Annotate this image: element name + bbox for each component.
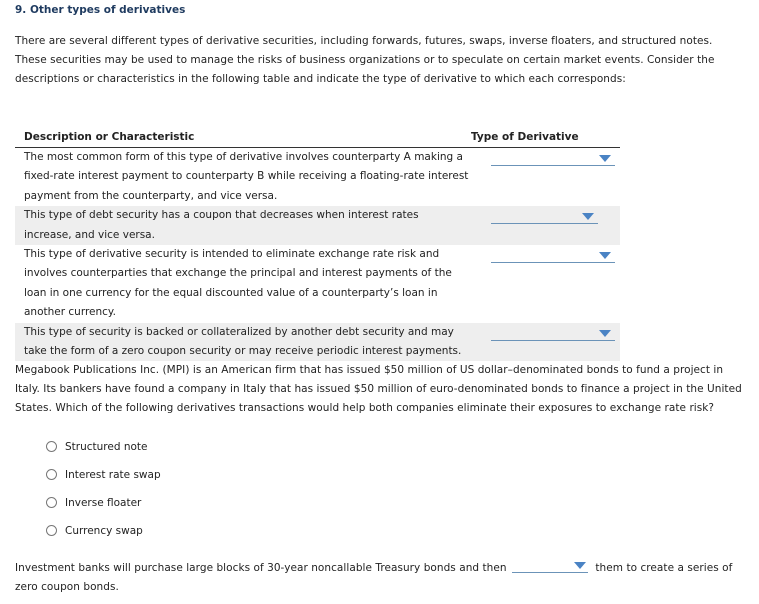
table-header-row: Description or Characteristic Type of De… [15, 129, 620, 148]
row-description: This type of security is backed or colla… [15, 322, 469, 362]
header-type: Type of Derivative [469, 129, 620, 148]
type-dropdown-4[interactable] [491, 325, 615, 341]
final-dropdown[interactable] [512, 559, 588, 573]
radio-unchecked-icon[interactable] [46, 496, 57, 508]
final-text-before: Investment banks will purchase large blo… [15, 562, 507, 574]
question-title: 9. Other types of derivatives [15, 4, 186, 16]
table-row: This type of security is backed or colla… [15, 322, 620, 362]
option-label: Structured note [65, 441, 148, 453]
table-row: The most common form of this type of der… [15, 148, 620, 207]
caret-down-icon [574, 562, 586, 569]
option-label: Interest rate swap [65, 469, 161, 481]
mpi-question-text: Megabook Publications Inc. (MPI) is an A… [15, 364, 742, 414]
derivatives-table: Description or Characteristic Type of De… [15, 129, 620, 362]
final-question: Investment banks will purchase large blo… [15, 559, 745, 597]
caret-down-icon [582, 213, 594, 221]
caret-down-icon [599, 252, 611, 260]
type-dropdown-2[interactable] [491, 208, 598, 225]
radio-unchecked-icon[interactable] [46, 440, 57, 452]
radio-unchecked-icon[interactable] [46, 468, 57, 480]
mpi-options-group: Structured note Interest rate swap Inver… [46, 433, 161, 545]
header-description: Description or Characteristic [15, 129, 469, 148]
option-label: Currency swap [65, 525, 143, 537]
table-row: This type of derivative security is inte… [15, 245, 620, 323]
intro-paragraph: There are several different types of der… [15, 35, 715, 85]
option-inverse-floater[interactable]: Inverse floater [46, 489, 161, 517]
type-dropdown-1[interactable] [491, 150, 615, 166]
table-row: This type of debt security has a coupon … [15, 206, 620, 246]
caret-down-icon [599, 329, 611, 337]
option-label: Inverse floater [65, 497, 142, 509]
option-currency-swap[interactable]: Currency swap [46, 517, 161, 545]
row-description: The most common form of this type of der… [24, 151, 469, 202]
row-description: This type of derivative security is inte… [24, 248, 452, 319]
option-interest-rate-swap[interactable]: Interest rate swap [46, 461, 161, 489]
radio-unchecked-icon[interactable] [46, 524, 57, 536]
type-dropdown-3[interactable] [491, 247, 615, 264]
option-structured-note[interactable]: Structured note [46, 433, 161, 461]
caret-down-icon [599, 155, 611, 162]
row-description: This type of debt security has a coupon … [15, 206, 469, 246]
